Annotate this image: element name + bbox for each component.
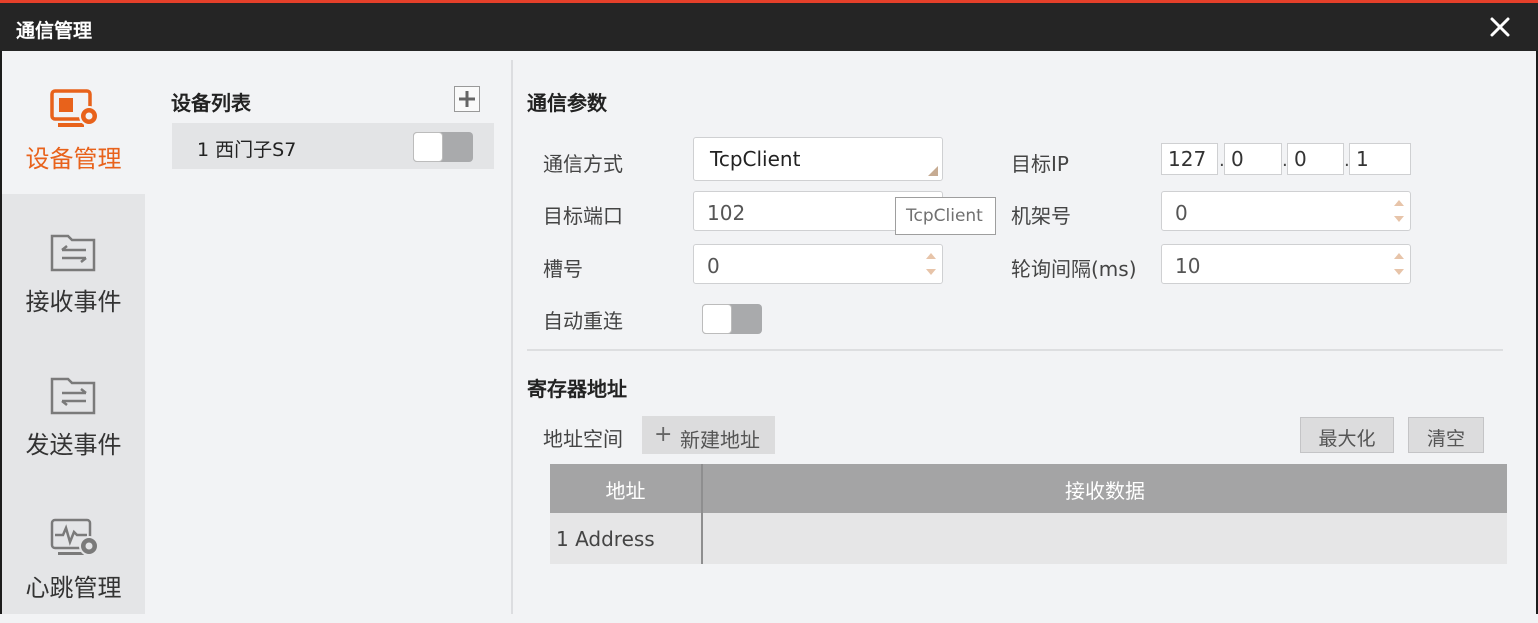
spin-down-icon[interactable] — [1394, 269, 1404, 275]
device-list-header: 设备列表 — [171, 91, 251, 115]
plus-icon — [459, 91, 475, 107]
comm-method-tooltip: TcpClient — [895, 197, 996, 235]
spin-down-icon[interactable] — [926, 269, 936, 275]
auto-reconnect-toggle[interactable] — [702, 304, 762, 334]
add-device-button[interactable] — [454, 86, 480, 112]
side-nav: 设备管理 接收事件 发送事件 心跳管理 — [2, 51, 145, 614]
spin-up-icon[interactable] — [926, 253, 936, 259]
table-row-address-cell[interactable]: 1 Address — [550, 513, 701, 564]
column-header-data[interactable]: 接收数据 — [703, 464, 1507, 513]
target-port-value: 102 — [707, 201, 746, 225]
device-enable-toggle[interactable] — [413, 132, 473, 162]
registers-title: 寄存器地址 — [527, 377, 627, 401]
device-list-item[interactable]: 1 西门子S7 — [172, 123, 494, 169]
send-event-icon — [50, 377, 96, 415]
target-ip-label: 目标IP — [1011, 152, 1069, 176]
device-list-panel: 设备列表 1 西门子S7 — [145, 51, 511, 614]
title-bar: 通信管理 — [0, 3, 1538, 51]
auto-reconnect-label: 自动重连 — [543, 309, 623, 333]
nav-item-label: 设备管理 — [25, 145, 122, 173]
device-name: 1 西门子S7 — [197, 139, 297, 161]
slot-value: 0 — [707, 254, 720, 278]
nav-item-label: 心跳管理 — [25, 574, 122, 602]
ip-octet-4[interactable]: 1 — [1349, 143, 1411, 175]
heartbeat-icon — [50, 518, 99, 556]
nav-item-device-manage[interactable]: 设备管理 — [2, 51, 145, 194]
method-label: 通信方式 — [543, 152, 623, 176]
nav-item-heartbeat[interactable]: 心跳管理 — [2, 480, 145, 623]
receive-event-icon — [50, 234, 96, 272]
ip-octet-1[interactable]: 127 — [1161, 143, 1218, 175]
nav-item-send-event[interactable]: 发送事件 — [2, 337, 145, 480]
new-address-label: 新建地址 — [680, 428, 760, 452]
slot-label: 槽号 — [543, 257, 583, 281]
register-table: 地址 接收数据 1 Address — [550, 464, 1507, 564]
ip-octet-2[interactable]: 0 — [1224, 143, 1282, 175]
resize-corner-icon — [928, 166, 938, 176]
close-icon[interactable] — [1486, 13, 1514, 41]
comm-method-value: TcpClient — [710, 147, 801, 171]
panel-divider — [511, 60, 513, 614]
poll-interval-label: 轮询间隔(ms) — [1011, 257, 1137, 281]
rack-label: 机架号 — [1011, 204, 1071, 228]
ip-octet-value: 1 — [1356, 147, 1369, 171]
poll-interval-input[interactable]: 10 — [1161, 244, 1411, 284]
spin-down-icon[interactable] — [1394, 216, 1404, 222]
nav-item-label: 发送事件 — [25, 431, 122, 459]
nav-item-receive-event[interactable]: 接收事件 — [2, 194, 145, 337]
clear-button[interactable]: 清空 — [1408, 417, 1484, 453]
plus-icon: + — [654, 422, 673, 447]
new-address-button[interactable]: + 新建地址 — [642, 416, 775, 454]
table-row-data-cell[interactable] — [703, 513, 1507, 564]
ip-octet-value: 0 — [1294, 147, 1307, 171]
column-header-address[interactable]: 地址 — [550, 464, 701, 513]
comm-method-select[interactable]: TcpClient — [693, 137, 943, 181]
maximize-button[interactable]: 最大化 — [1300, 417, 1394, 453]
port-label: 目标端口 — [543, 204, 623, 228]
address-space-label: 地址空间 — [543, 427, 623, 451]
rack-input[interactable]: 0 — [1161, 191, 1411, 231]
spin-up-icon[interactable] — [1394, 253, 1404, 259]
slot-input[interactable]: 0 — [693, 244, 943, 284]
ip-octet-value: 0 — [1231, 147, 1244, 171]
nav-item-label: 接收事件 — [25, 288, 122, 316]
toggle-knob — [702, 304, 732, 334]
ip-octet-value: 127 — [1168, 147, 1207, 171]
window-title: 通信管理 — [16, 20, 93, 42]
ip-octet-3[interactable]: 0 — [1287, 143, 1344, 175]
rack-value: 0 — [1175, 201, 1188, 225]
device-manage-icon — [50, 89, 99, 127]
poll-interval-value: 10 — [1175, 254, 1201, 278]
section-separator — [527, 349, 1503, 351]
toggle-knob — [413, 132, 443, 162]
comm-params-title: 通信参数 — [527, 91, 607, 115]
spin-up-icon[interactable] — [1394, 200, 1404, 206]
